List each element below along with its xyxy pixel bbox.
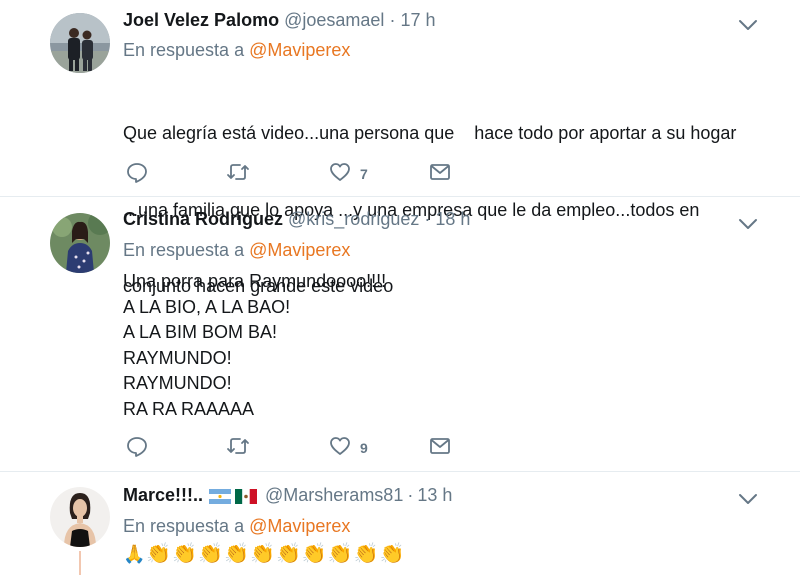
dm-icon [429,437,451,460]
reply-prefix: En respuesta a [123,240,245,260]
mexico-flag-icon [235,488,258,504]
reply-context: En respuesta a @Maviperex [123,516,350,537]
clap-emoji: 👏 [224,543,250,565]
chevron-down-icon[interactable] [738,18,758,36]
retweet-icon [226,435,250,462]
avatar[interactable] [50,487,110,547]
like-count: 7 [360,166,368,182]
clap-emoji: 👏 [353,543,379,565]
tweet[interactable]: Cristina Rodriguez @kris_rodriguez · 18 … [0,197,800,472]
like-button[interactable]: 7 [329,162,368,186]
clap-emoji: 👏 [172,543,198,565]
tweet-text-line: A LA BIM BOM BA! [123,322,278,342]
separator-dot: · [424,209,431,229]
tweet-text-line: A LA BIO, A LA BAO! [123,296,291,317]
reply-prefix: En respuesta a [123,40,245,60]
reply-icon [126,161,148,188]
tweet-text-line: Que alegría está video...una persona que… [123,123,737,143]
user-name[interactable]: Cristina Rodriguez [123,209,283,229]
argentina-flag-icon [209,488,232,504]
tweet-text: 🙏 👏 👏 👏 👏 👏 👏 👏 👏 👏 👏 [123,544,404,564]
separator-dot: · [407,485,414,505]
reply-context: En respuesta a @Maviperex [123,40,350,61]
user-handle[interactable]: @kris_rodriguez [288,209,419,229]
user-name[interactable]: Marce!!!.. [123,485,203,506]
timestamp[interactable]: 13 h [417,485,452,506]
like-count: 9 [360,440,368,456]
direct-message-button[interactable] [429,162,451,186]
tweet[interactable]: Marce!!!.. @Marsherams81 · 13 h En respu… [0,472,800,575]
dm-icon [429,163,451,186]
user-handle[interactable]: @Marsherams81 [265,485,403,506]
tweet-actions: 9 [126,436,456,460]
reply-to-link[interactable]: @Maviperex [249,516,350,536]
tweet-header: Marce!!!.. @Marsherams81 · 13 h [123,485,452,506]
chevron-down-icon[interactable] [738,492,758,510]
clap-emoji: 👏 [250,543,275,565]
like-button[interactable]: 9 [329,436,368,460]
reply-to-link[interactable]: @Maviperex [249,240,350,260]
reply-prefix: En respuesta a [123,516,245,536]
tweet-header: Joel Velez Palomo @joesamael · 17 h [123,10,436,31]
like-icon [329,436,351,461]
timestamp[interactable]: 17 h [400,10,435,30]
avatar[interactable] [50,213,110,273]
reply-button[interactable] [126,436,148,460]
tweet-text-line: Una porra para Raymundoooo!!!! [123,271,387,291]
reply-to-link[interactable]: @Maviperex [249,40,350,60]
tweet[interactable]: Joel Velez Palomo @joesamael · 17 h En r… [0,0,800,296]
clap-emoji: 👏 [379,543,405,565]
user-name[interactable]: Joel Velez Palomo [123,10,279,30]
timestamp[interactable]: 18 h [435,209,470,229]
clap-emoji: 👏 [198,543,224,565]
like-icon [329,162,351,187]
avatar[interactable] [50,13,110,73]
clap-emoji: 👏 [146,543,172,565]
clap-emoji: 👏 [275,543,301,565]
tweet-text-line: RAYMUNDO! [123,373,232,393]
tweet-text-line: RA RA RAAAAA [123,398,255,419]
reply-icon [126,435,148,462]
direct-message-button[interactable] [429,436,451,460]
retweet-button[interactable] [226,436,250,460]
tweet-text: Una porra para Raymundoooo!!!! A LA BIO,… [123,269,386,422]
retweet-button[interactable] [226,162,250,186]
tweet-header: Cristina Rodriguez @kris_rodriguez · 18 … [123,209,470,230]
reply-context: En respuesta a @Maviperex [123,240,350,261]
tweet-text-line: RAYMUNDO! [123,347,232,368]
folded-hands-emoji: 🙏 [123,544,146,564]
thread-line [79,551,81,575]
clap-emoji: 👏 [301,543,327,565]
retweet-icon [226,161,250,188]
chevron-down-icon[interactable] [738,217,758,235]
separator-dot: · [389,10,396,30]
user-handle[interactable]: @joesamael [284,10,384,30]
reply-button[interactable] [126,162,148,186]
tweet-actions: 7 [126,162,456,186]
clap-emoji: 👏 [327,543,353,565]
